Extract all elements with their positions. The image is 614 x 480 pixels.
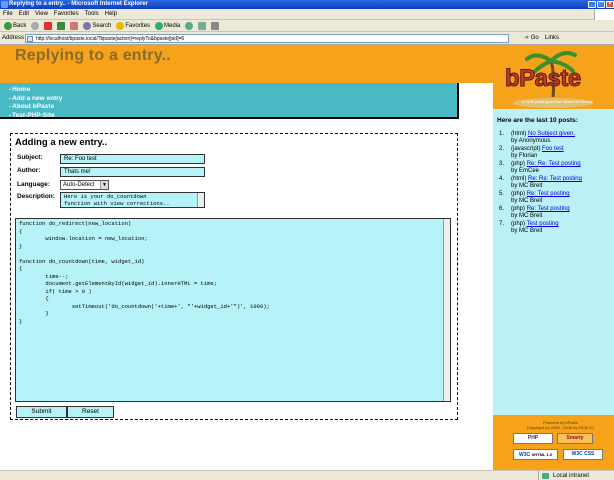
minimize-button[interactable]: _ xyxy=(588,1,596,8)
nav-about[interactable]: About bPaste xyxy=(9,103,457,112)
mail-button[interactable] xyxy=(197,21,207,30)
back-button[interactable]: Back xyxy=(3,20,27,32)
post-link[interactable]: Foo test xyxy=(542,146,564,152)
code-scrollbar[interactable] xyxy=(443,219,450,401)
list-item: 2. (javascript) Foo test by Florian xyxy=(499,146,564,159)
chevron-down-icon: ▼ xyxy=(100,181,108,189)
address-input[interactable]: http://localhost/bpaste.local/?bpaste[ac… xyxy=(25,34,509,43)
go-button[interactable]: ➔ Go xyxy=(524,34,539,43)
list-item: 3. (php) Re: Re: Test posting by EmCee xyxy=(499,161,581,174)
nav-test-php[interactable]: Test-PHP-Site xyxy=(9,112,457,121)
recent-posts-list: 1. (html) No Subject given. by Anonymous 2… xyxy=(499,131,611,236)
css-badge[interactable]: W3C CSS xyxy=(563,449,603,460)
go-arrow-icon: ➔ xyxy=(524,35,530,41)
menu-tools[interactable]: Tools xyxy=(85,9,99,19)
status-bar: Local intranet xyxy=(0,470,614,480)
stop-button[interactable] xyxy=(43,21,53,30)
xhtml-badge[interactable]: W3C XHTML 1.0 xyxy=(513,449,558,460)
address-label: Address xyxy=(2,34,25,41)
author-label: Author: xyxy=(17,167,41,174)
status-zone: Local intranet xyxy=(538,471,589,480)
history-icon xyxy=(185,21,194,30)
list-item: 4. (html) Re: Re: Test posting by MC Breit xyxy=(499,176,582,189)
bpaste-logo[interactable]: bPaste a code pasting service based on S… xyxy=(493,45,614,109)
history-button[interactable] xyxy=(184,21,194,30)
media-button[interactable]: Media xyxy=(154,20,181,32)
menu-edit[interactable]: Edit xyxy=(19,9,29,19)
list-item: 7. (php) Test posting by MC Breit xyxy=(499,221,559,234)
entry-form: Adding a new entry.. Subject: Re: Foo te… xyxy=(10,133,458,420)
post-link[interactable]: Re: Test posting xyxy=(527,191,570,197)
code-textarea[interactable]: function do_redirect(new_location) { win… xyxy=(15,218,451,402)
media-icon xyxy=(155,21,164,30)
page-viewport: Replying to a entry.. Home Add a new ent… xyxy=(0,45,614,470)
close-button[interactable]: × xyxy=(606,1,614,8)
author-field[interactable]: Thats me! xyxy=(60,167,205,177)
menu-favorites[interactable]: Favorites xyxy=(54,9,79,19)
maximize-button[interactable]: □ xyxy=(597,1,605,8)
subject-label: Subject: xyxy=(17,154,43,161)
submit-button[interactable]: Submit xyxy=(16,406,67,418)
forward-arrow-icon xyxy=(31,21,40,30)
menu-help[interactable]: Help xyxy=(105,9,117,19)
footer-badges: Powered by bPaste Copyright (c) 2005 - 2… xyxy=(493,415,614,470)
smarty-badge[interactable]: Smarty xyxy=(557,433,593,444)
search-icon xyxy=(83,21,92,30)
description-field[interactable]: Here is your do_countdown function with … xyxy=(60,192,205,208)
refresh-icon xyxy=(57,21,66,30)
menu-bar: File Edit View Favorites Tools Help xyxy=(0,9,614,20)
ie-icon xyxy=(1,1,8,8)
star-icon xyxy=(116,21,125,30)
list-item: 1. (html) No Subject given. by Anonymous xyxy=(499,131,576,144)
intranet-icon xyxy=(542,473,549,479)
logo-text: bPaste xyxy=(505,65,582,93)
home-icon xyxy=(70,21,79,30)
toolbar: Back Search Favorites Media xyxy=(0,20,614,32)
logo-tagline: a code pasting service based on Smarty xyxy=(521,99,594,104)
description-scrollbar[interactable] xyxy=(197,193,204,207)
list-item: 5. (php) Re: Test posting by MC Breit xyxy=(499,191,570,204)
list-item: 6. (php) Re: Test posting by MC Breit xyxy=(499,206,570,219)
form-title: Adding a new entry.. xyxy=(15,137,108,148)
reset-button[interactable]: Reset xyxy=(67,406,114,418)
php-badge[interactable]: PHP xyxy=(513,433,553,444)
menu-view[interactable]: View xyxy=(35,9,48,19)
post-link[interactable]: Test posting xyxy=(527,221,559,227)
window-title-bar: Replying to a entry.. - Microsoft Intern… xyxy=(0,0,614,9)
back-arrow-icon xyxy=(4,21,12,30)
post-link[interactable]: Re: Test posting xyxy=(527,206,570,212)
nav-home[interactable]: Home xyxy=(9,86,457,95)
home-button[interactable] xyxy=(69,21,79,30)
print-button[interactable] xyxy=(210,21,220,30)
post-link[interactable]: No Subject given. xyxy=(528,131,575,137)
refresh-button[interactable] xyxy=(56,21,66,30)
language-select[interactable]: Auto-Detect ▼ xyxy=(60,180,109,190)
links-button[interactable]: Links xyxy=(545,34,559,43)
windows-logo-icon xyxy=(594,9,614,20)
sidebar-heading: Here are the last 10 posts: xyxy=(497,117,578,124)
stop-icon xyxy=(44,21,53,30)
nav-menu: Home Add a new entry About bPaste Test-P… xyxy=(0,83,459,119)
sidebar: Here are the last 10 posts: 1. (html) No … xyxy=(493,109,614,415)
post-link[interactable]: Re: Re: Test posting xyxy=(527,161,581,167)
footer-credits: Powered by bPaste Copyright (c) 2005 - 2… xyxy=(526,420,595,430)
search-button[interactable]: Search xyxy=(82,20,112,32)
page-icon xyxy=(27,36,33,42)
address-bar: Address http://localhost/bpaste.local/?b… xyxy=(0,32,614,45)
forward-button[interactable] xyxy=(30,21,40,30)
language-label: Language: xyxy=(17,181,50,188)
subject-field[interactable]: Re: Foo test xyxy=(60,154,205,164)
post-link[interactable]: Re: Re: Test posting xyxy=(528,176,582,182)
menu-file[interactable]: File xyxy=(3,9,13,19)
page-title: Replying to a entry.. xyxy=(15,47,171,64)
window-title: Replying to a entry.. - Microsoft Intern… xyxy=(9,1,148,7)
print-icon xyxy=(211,21,220,30)
favorites-button[interactable]: Favorites xyxy=(115,20,151,32)
description-label: Description: xyxy=(17,193,55,200)
nav-add-entry[interactable]: Add a new entry xyxy=(9,95,457,104)
mail-icon xyxy=(198,21,207,30)
